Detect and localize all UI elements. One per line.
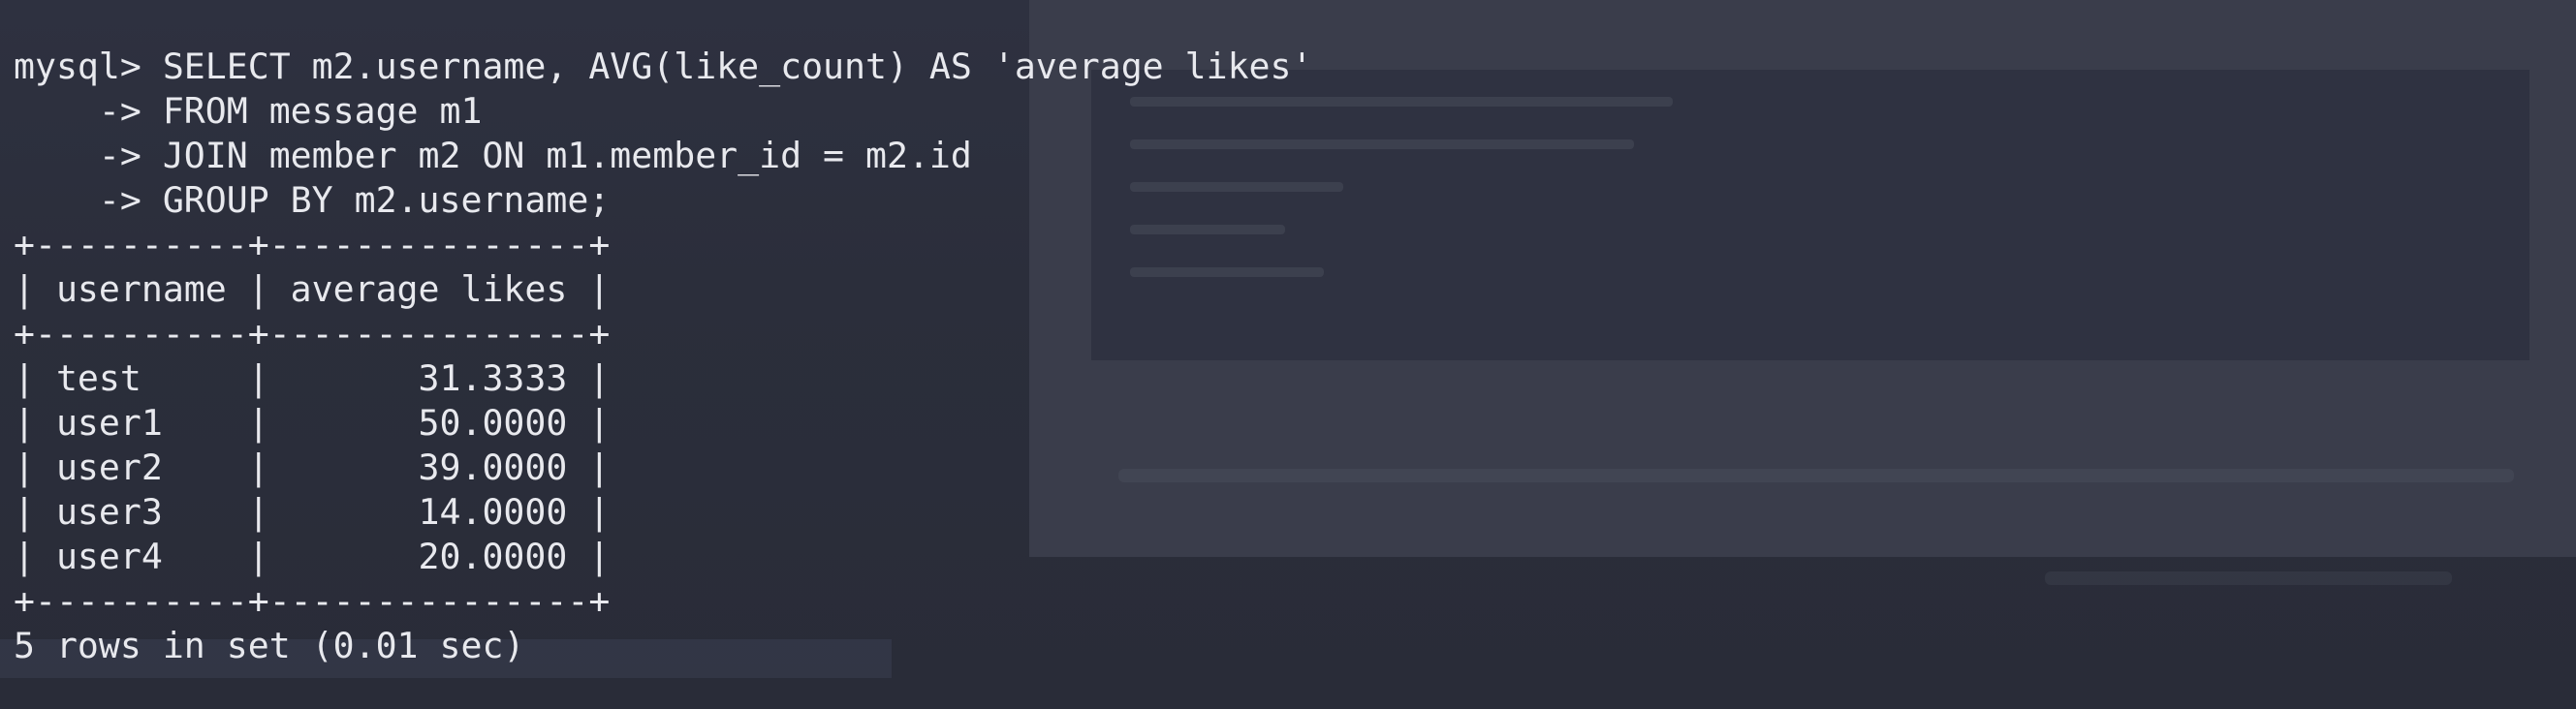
- desktop-screen: mysql> SELECT m2.username, AVG(like_coun…: [0, 0, 2576, 709]
- terminal-line-join: -> JOIN member m2 ON m1.member_id = m2.i…: [14, 135, 972, 176]
- result-summary: 5 rows in set (0.01 sec): [14, 625, 525, 666]
- terminal-line-group-by: -> GROUP BY m2.username;: [14, 179, 611, 221]
- table-row: | user3 | 14.0000 |: [14, 491, 611, 533]
- background-status-strip: [2045, 571, 2452, 585]
- terminal-output: mysql> SELECT m2.username, AVG(like_coun…: [14, 45, 1312, 668]
- table-border-top: +----------+---------------+: [14, 224, 611, 265]
- background-text-row: [1118, 469, 2514, 482]
- terminal-line-query: mysql> SELECT m2.username, AVG(like_coun…: [14, 46, 1313, 87]
- table-header-row: | username | average likes |: [14, 268, 611, 310]
- table-border-header: +----------+---------------+: [14, 313, 611, 354]
- table-border-bottom: +----------+---------------+: [14, 580, 611, 622]
- table-row: | user1 | 50.0000 |: [14, 402, 611, 444]
- table-row: | user2 | 39.0000 |: [14, 447, 611, 488]
- table-row: | user4 | 20.0000 |: [14, 536, 611, 577]
- terminal-line-from: -> FROM message m1: [14, 90, 483, 132]
- table-row: | test | 31.3333 |: [14, 357, 611, 399]
